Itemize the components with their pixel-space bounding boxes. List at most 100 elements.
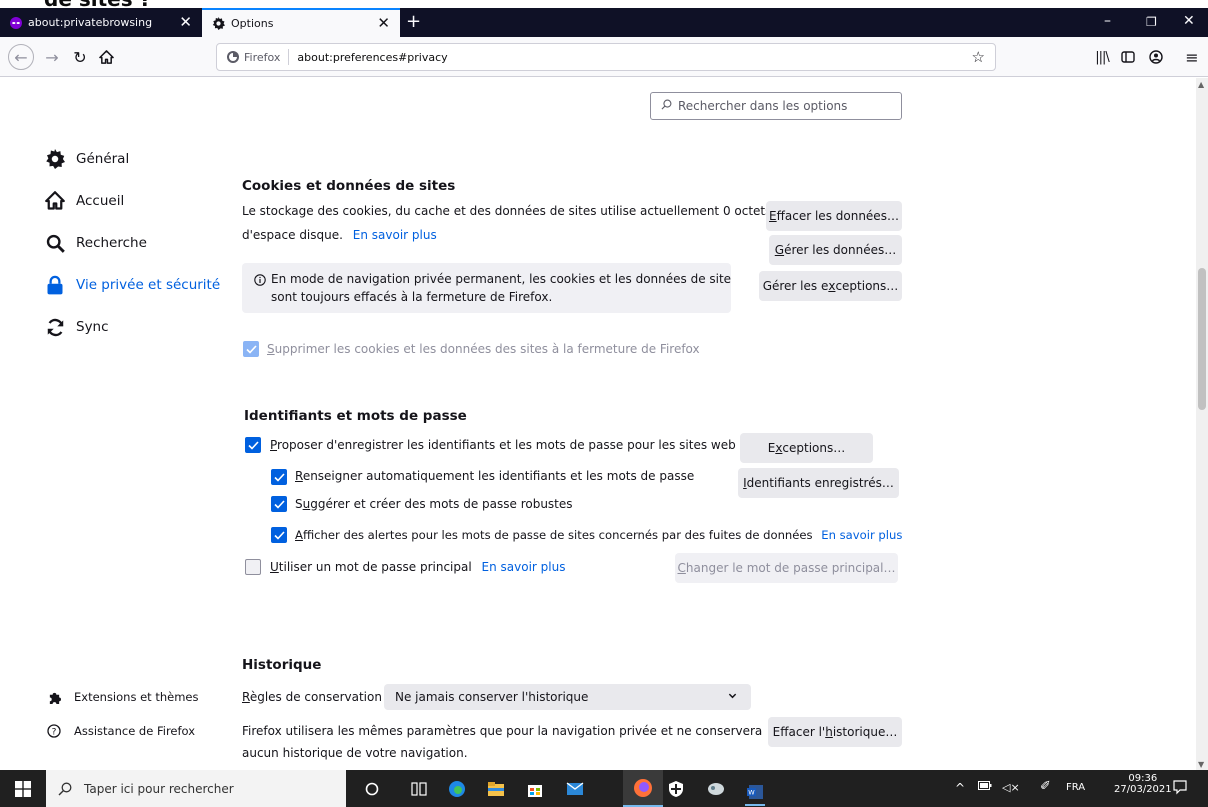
history-desc-line2: aucun historique de votre navigation. (242, 746, 468, 760)
search-options-input[interactable]: Rechercher dans les options (650, 92, 902, 120)
search-icon (58, 782, 72, 795)
tab-options[interactable]: Options ✕ (202, 8, 400, 37)
minimize-button[interactable]: – (1104, 13, 1111, 29)
btn-text-post: ffacer les données… (776, 209, 899, 223)
btn-text-pre: E (767, 441, 776, 455)
label-accesskey: S (267, 342, 275, 356)
app-icon[interactable] (706, 779, 726, 799)
label-text: fficher des alertes pour les mots de pas… (302, 528, 813, 542)
manage-data-button[interactable]: Gérer les données… (769, 235, 902, 265)
label-accesskey: A (295, 528, 303, 542)
suggest-passwords-checkbox[interactable] (271, 496, 287, 512)
delete-on-close-label: Supprimer les cookies et les données des… (267, 342, 700, 356)
forward-icon[interactable]: → (40, 45, 64, 69)
autofill-logins-checkbox[interactable] (271, 469, 287, 485)
battery-icon[interactable] (978, 781, 992, 793)
search-icon (661, 99, 672, 113)
primary-learn-more-link[interactable]: En savoir plus (482, 560, 566, 574)
chevron-down-icon (728, 689, 737, 703)
word-icon[interactable]: W (745, 779, 765, 806)
select-value: Ne jamais conserver l'historique (395, 690, 589, 704)
task-view-icon[interactable] (409, 779, 429, 799)
taskbar-search-box[interactable]: Taper ici pour rechercher (46, 770, 346, 807)
scroll-up-icon[interactable]: ▲ (1198, 80, 1204, 89)
gear-icon (212, 17, 225, 30)
btn-text-post: hanger le mot de passe principal… (685, 561, 896, 575)
history-mode-select[interactable]: Ne jamais conserver l'historique (384, 684, 751, 710)
category-search[interactable]: Recherche (44, 232, 147, 254)
clear-data-button[interactable]: Effacer les données… (766, 201, 902, 231)
close-tab-icon[interactable]: ✕ (179, 15, 192, 30)
cortana-icon[interactable] (362, 779, 382, 799)
menu-icon[interactable]: ≡ (1180, 45, 1204, 69)
url-text[interactable]: about:preferences#privacy (297, 51, 447, 64)
info-icon (254, 274, 266, 289)
clear-history-button[interactable]: Effacer l' h istorique… (768, 717, 902, 747)
windows-taskbar: Taper ici pour rechercher W ^ ◁× ✐ FRA 0… (0, 770, 1208, 807)
category-general[interactable]: Général (44, 148, 129, 170)
volume-muted-icon[interactable]: ◁× (1002, 781, 1020, 794)
btn-accesskey: x (775, 441, 783, 455)
cookies-section-title: Cookies et données de sites (242, 178, 456, 194)
label-accesskey: R (295, 469, 303, 483)
breach-alerts-checkbox[interactable] (271, 527, 287, 543)
maximize-button[interactable]: ❐ (1146, 15, 1157, 29)
manage-exceptions-button[interactable]: Gérer les e x ceptions… (759, 271, 902, 301)
account-icon[interactable] (1144, 45, 1168, 69)
breach-alerts-label: Afficher des alertes pour les mots de pa… (295, 528, 902, 542)
cookies-usage-text-2: d'espace disque. En savoir plus (242, 228, 437, 242)
saved-logins-button[interactable]: Identifiants enregistrés… (738, 468, 899, 498)
category-privacy[interactable]: Vie privée et sécurité (44, 274, 220, 296)
logins-exceptions-button[interactable]: Ex ceptions… (740, 433, 873, 463)
category-label: Général (76, 151, 130, 167)
store-icon[interactable] (525, 779, 545, 799)
label-text: enseigner automatiquement les identifian… (302, 469, 695, 483)
shield-icon[interactable] (666, 779, 686, 799)
home-icon[interactable] (94, 45, 118, 69)
svg-text:?: ? (52, 727, 57, 737)
language-indicator[interactable]: FRA (1066, 782, 1085, 793)
change-primary-password-button[interactable]: Changer le mot de passe principal… (675, 553, 898, 583)
primary-password-checkbox[interactable] (245, 559, 261, 575)
firefox-taskbar-icon[interactable] (623, 770, 663, 807)
category-sync[interactable]: Sync (44, 316, 109, 338)
scroll-down-icon[interactable]: ▼ (1198, 760, 1204, 769)
firefox-support-link[interactable]: ? Assistance de Firefox (46, 723, 195, 739)
clock[interactable]: 09:36 27/03/2021 (1114, 773, 1172, 795)
private-mask-icon (10, 16, 22, 29)
close-window-button[interactable]: ✕ (1183, 13, 1195, 29)
navigation-toolbar: ← → ↻ Firefox about:preferences#privacy … (0, 37, 1208, 77)
url-bar[interactable]: Firefox about:preferences#privacy ☆ (216, 43, 996, 71)
cookies-learn-more-link[interactable]: En savoir plus (353, 228, 437, 242)
tab-label: about:privatebrowsing (28, 16, 153, 29)
label-accesskey: P (270, 438, 278, 452)
scrollbar-thumb[interactable] (1198, 268, 1206, 410)
edge-icon[interactable] (447, 779, 467, 799)
page-scrollbar[interactable] (1196, 78, 1208, 770)
bookmark-star-icon[interactable]: ☆ (972, 48, 985, 66)
notifications-icon[interactable] (1172, 779, 1188, 798)
gear-icon (44, 148, 66, 170)
close-tab-icon[interactable]: ✕ (377, 16, 390, 31)
label-text-pre: S (295, 497, 303, 511)
tray-chevron-up-icon[interactable]: ^ (955, 781, 965, 795)
back-icon[interactable]: ← (8, 44, 34, 70)
file-explorer-icon[interactable] (486, 779, 506, 799)
tab-private-browsing[interactable]: about:privatebrowsing ✕ (0, 8, 202, 37)
suggest-passwords-label: Suggérer et créer des mots de passe robu… (295, 497, 573, 511)
pen-icon[interactable]: ✐ (1040, 779, 1051, 794)
library-icon[interactable]: |||\ (1090, 45, 1114, 69)
delete-on-close-checkbox[interactable] (243, 341, 259, 357)
reload-icon[interactable]: ↻ (68, 45, 92, 69)
category-home[interactable]: Accueil (44, 190, 124, 212)
sidebar-icon[interactable] (1116, 45, 1140, 69)
new-tab-button[interactable]: + (406, 11, 421, 32)
mail-icon[interactable] (565, 779, 585, 799)
ask-save-logins-checkbox[interactable] (245, 437, 261, 453)
breach-learn-more-link[interactable]: En savoir plus (821, 528, 902, 542)
extensions-themes-link[interactable]: Extensions et thèmes (46, 689, 198, 705)
search-icon (44, 232, 66, 254)
windows-start-icon[interactable] (13, 779, 33, 799)
sync-icon (44, 316, 66, 338)
identity-box[interactable]: Firefox (227, 49, 290, 65)
